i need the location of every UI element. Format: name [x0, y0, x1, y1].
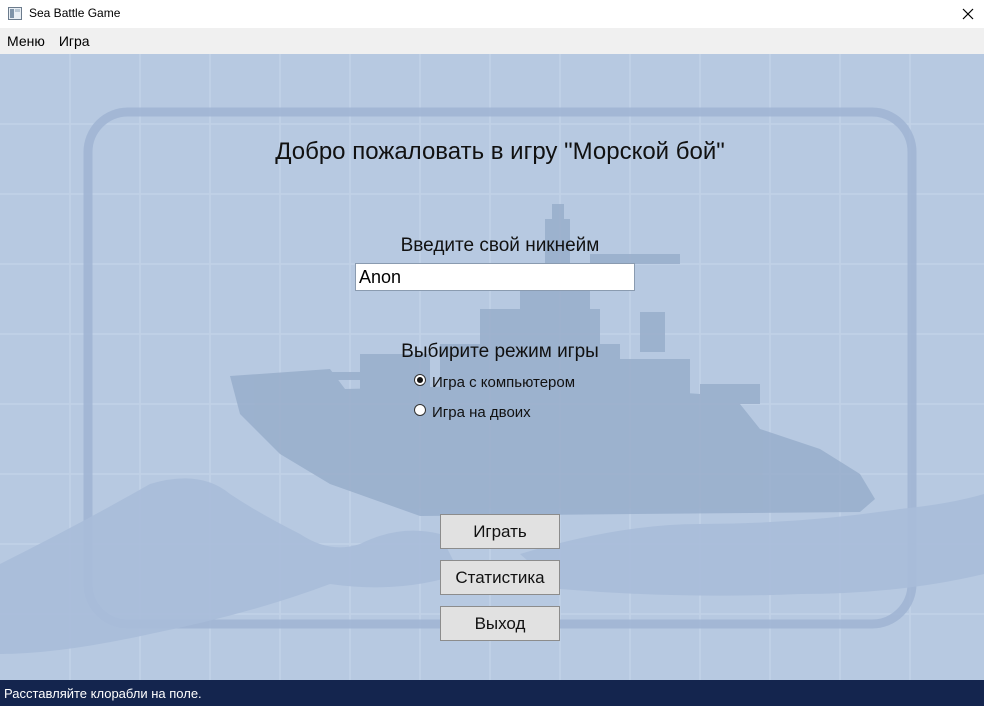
play-button[interactable]: Играть: [440, 514, 560, 549]
nickname-label: Введите свой никнейм: [400, 235, 600, 256]
app-icon: [8, 7, 22, 20]
statistics-button[interactable]: Статистика: [440, 560, 560, 595]
close-button[interactable]: [952, 0, 984, 28]
game-mode-label: Выбирите режим игры: [401, 341, 599, 362]
radio-button-unchecked[interactable]: [414, 403, 426, 416]
exit-button[interactable]: Выход: [440, 606, 560, 641]
main-area: Добро пожаловать в игру "Морской бой" Вв…: [0, 54, 984, 680]
radio-button-checked[interactable]: [414, 373, 426, 386]
mode-option-two-players[interactable]: Игра на двоих: [414, 403, 531, 421]
status-text: Расставляйте клорабли на поле.: [4, 685, 202, 701]
menu-item-menu[interactable]: Меню: [0, 28, 52, 54]
status-bar: Расставляйте клорабли на поле.: [0, 680, 984, 706]
menu-bar: Меню Игра: [0, 28, 984, 54]
welcome-heading: Добро пожаловать в игру "Морской бой": [275, 138, 725, 165]
mode-option-computer[interactable]: Игра с компьютером: [414, 373, 576, 391]
mode-option-label: Игра с компьютером: [432, 374, 576, 391]
nickname-input[interactable]: [355, 263, 635, 291]
window-title: Sea Battle Game: [29, 6, 121, 20]
mode-option-label: Игра на двоих: [432, 404, 531, 421]
menu-item-game[interactable]: Игра: [52, 28, 97, 54]
title-bar: Sea Battle Game: [0, 0, 984, 28]
close-icon: [962, 8, 974, 20]
